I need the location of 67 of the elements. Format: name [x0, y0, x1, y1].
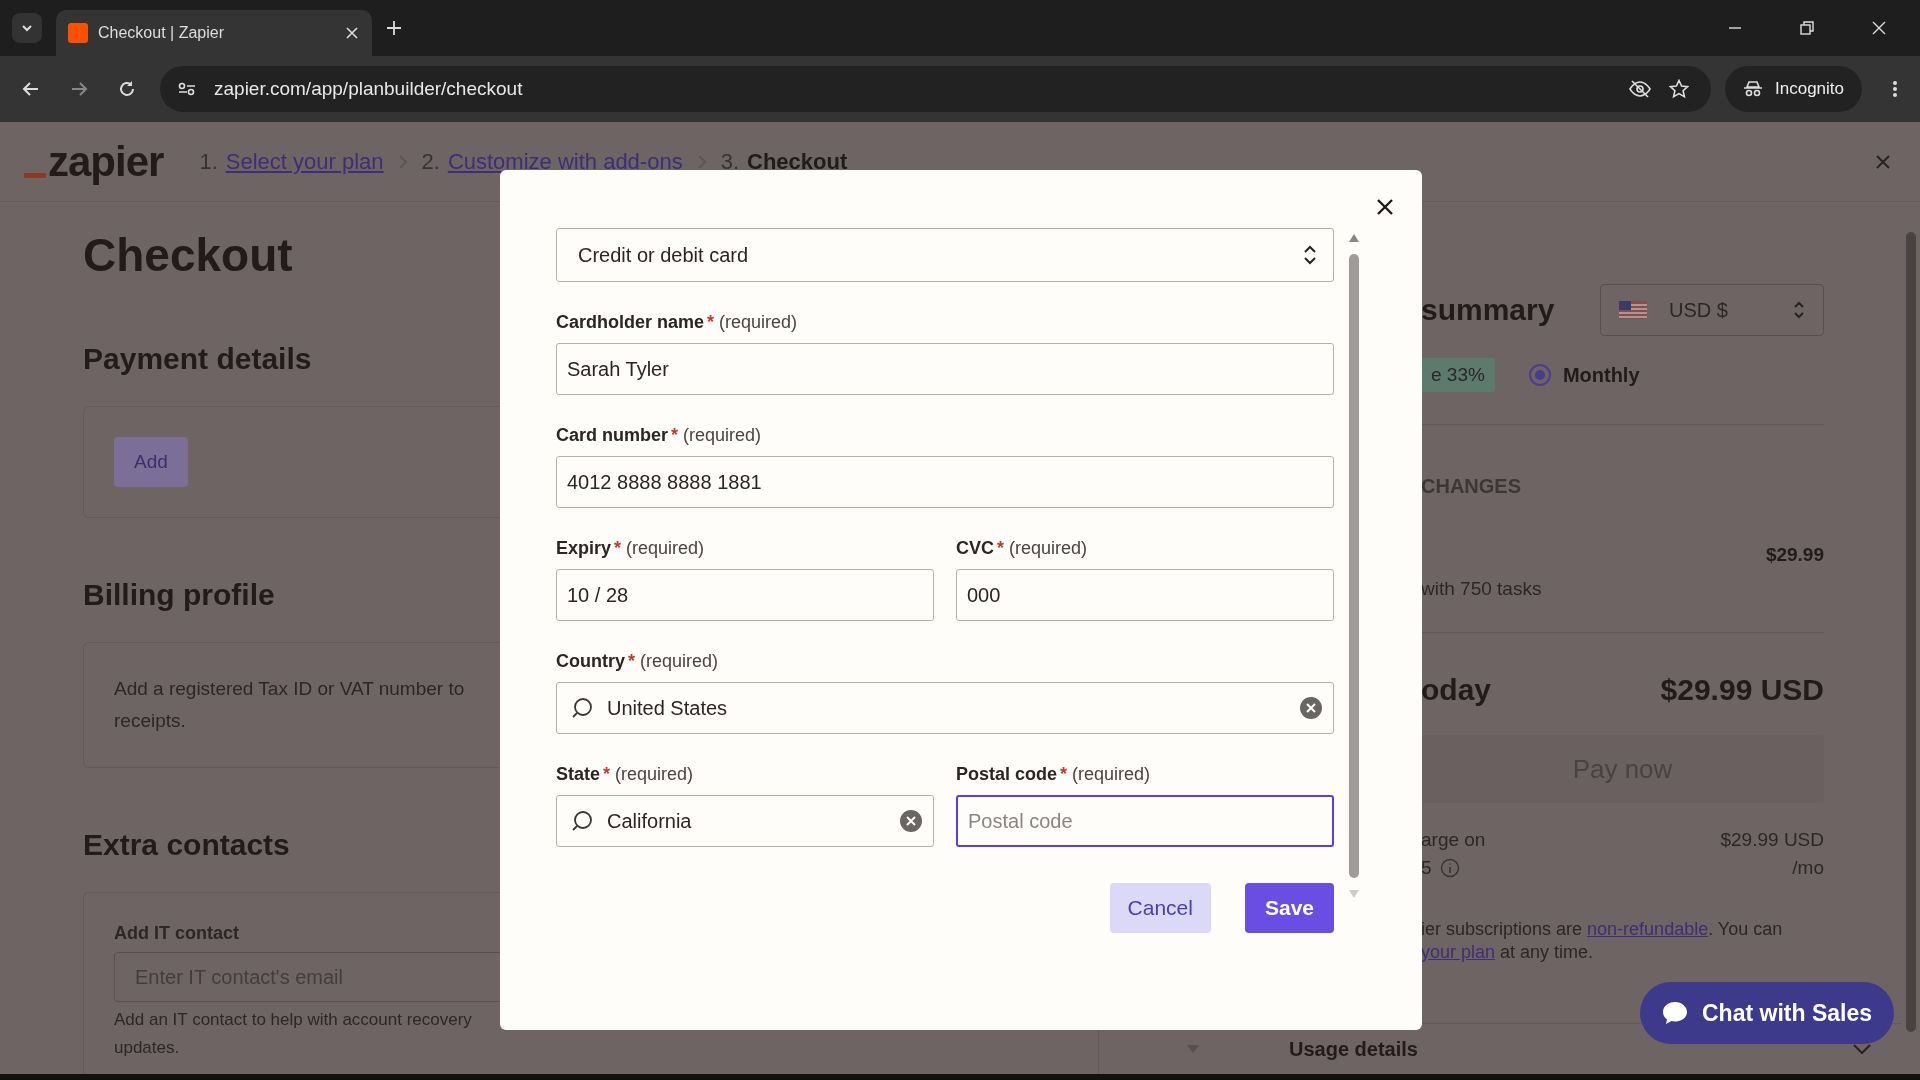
- text-field[interactable]: 4012 8888 8888 1881: [556, 456, 1334, 508]
- back-icon[interactable]: [22, 80, 40, 98]
- help-text: Add an IT contact to help with account recovery: [114, 1010, 472, 1030]
- eye-slash-icon[interactable]: [1629, 80, 1651, 98]
- scroll-up-icon[interactable]: [1349, 234, 1359, 242]
- star-icon[interactable]: [1669, 79, 1689, 99]
- field-label: Cardholder name * (required): [556, 312, 799, 333]
- site-settings-icon[interactable]: [178, 82, 196, 96]
- billing-text: Add a registered Tax ID or VAT number to: [114, 678, 465, 700]
- reload-icon[interactable]: [118, 80, 136, 98]
- browser-tab[interactable]: Checkout | Zapier: [56, 10, 372, 56]
- plan-price: $29.99: [1765, 544, 1824, 566]
- field-label: Country * (required): [556, 651, 720, 672]
- us-flag-icon: [1619, 301, 1647, 319]
- text-field[interactable]: 10 / 28: [556, 569, 934, 621]
- more-icon[interactable]: [1892, 80, 1898, 98]
- section-heading: Billing profile: [83, 578, 275, 612]
- billing-text: receipts.: [114, 710, 186, 732]
- search-icon: [571, 697, 593, 719]
- chat-with-sales-button[interactable]: Chat with Sales: [1640, 982, 1894, 1044]
- sort-icon: [1793, 300, 1805, 320]
- save-button[interactable]: Save: [1244, 883, 1334, 933]
- zapier-favicon-icon: [68, 23, 88, 43]
- search-field[interactable]: United States: [556, 682, 1334, 734]
- total-amount: $29.99 USD: [1660, 673, 1824, 707]
- charge-period: /mo: [1792, 857, 1824, 879]
- search-icon: [571, 810, 593, 832]
- field-label: Add IT contact: [114, 923, 240, 944]
- text-field[interactable]: 000: [956, 569, 1334, 621]
- charge-text: arge on: [1421, 829, 1486, 851]
- section-heading: Extra contacts: [83, 828, 290, 862]
- billing-radio[interactable]: Monthly: [1528, 363, 1640, 387]
- plan-note: with 750 tasks: [1421, 578, 1542, 600]
- section-heading: Payment details: [83, 342, 312, 376]
- chevron-right-icon: [696, 153, 707, 170]
- field-label: Card number * (required): [556, 425, 763, 446]
- new-tab-icon[interactable]: [386, 20, 402, 36]
- chevron-down-icon: [1852, 1043, 1872, 1055]
- zapier-logo[interactable]: zapier: [24, 137, 164, 186]
- charge-date: 5: [1421, 857, 1432, 879]
- search-field[interactable]: California: [556, 795, 934, 847]
- cancel-button[interactable]: Cancel: [1109, 883, 1211, 933]
- text-field[interactable]: Sarah Tyler: [556, 343, 1334, 395]
- forward-icon[interactable]: [70, 80, 88, 98]
- payment-method-select[interactable]: Credit or debit card: [556, 228, 1334, 282]
- clear-icon[interactable]: [1299, 696, 1323, 720]
- clear-icon[interactable]: [899, 809, 923, 833]
- total-label: oday: [1421, 673, 1492, 707]
- incognito-button[interactable]: Incognito: [1725, 66, 1862, 112]
- field-label: State * (required): [556, 764, 695, 785]
- incognito-icon: [1743, 81, 1763, 97]
- help-text: updates.: [114, 1038, 180, 1058]
- chat-bubble-icon: [1662, 1001, 1688, 1025]
- restore-icon[interactable]: [1800, 21, 1814, 35]
- tab-search-button[interactable]: [12, 13, 42, 43]
- page-title: Checkout: [83, 228, 293, 282]
- address-bar[interactable]: zapier.com/app/planbuilder/checkout: [160, 66, 1711, 112]
- current-step: Checkout: [747, 148, 848, 175]
- summary-heading: summary: [1421, 293, 1555, 327]
- sort-icon: [1303, 244, 1317, 266]
- charge-amount: $29.99 USD: [1720, 829, 1824, 851]
- field-label: Expiry * (required): [556, 538, 706, 559]
- close-icon[interactable]: [1376, 198, 1394, 216]
- field-label: CVC * (required): [956, 538, 1089, 559]
- discount-badge: e 33%: [1421, 358, 1495, 392]
- field-label: Postal code * (required): [956, 764, 1152, 785]
- text-field[interactable]: Postal code: [956, 795, 1334, 847]
